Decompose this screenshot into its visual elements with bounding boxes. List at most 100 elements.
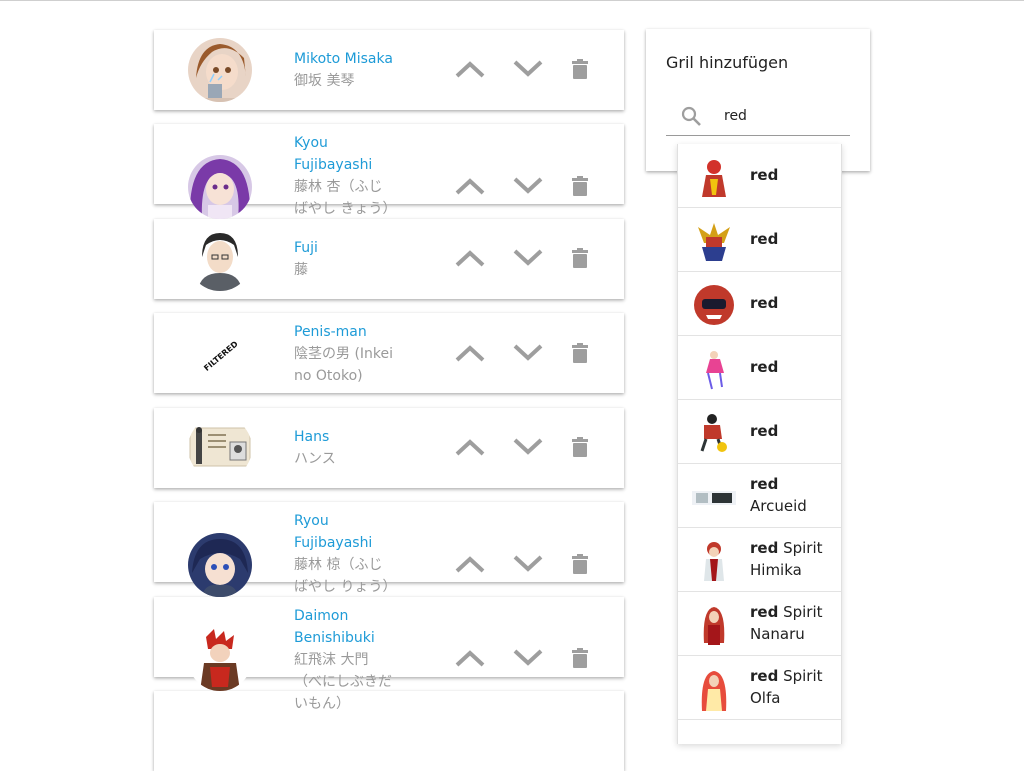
chevron-up-icon [455, 61, 485, 78]
character-name-link[interactable]: Hans [294, 426, 394, 448]
move-down-button[interactable] [510, 640, 546, 676]
character-native-name: 陰茎の男 (Inkei no Otoko) [294, 346, 394, 384]
suggestion-item[interactable]: red Arcueid [678, 464, 841, 528]
suggestion-thumbnail [702, 160, 726, 197]
move-up-button[interactable] [452, 51, 488, 87]
character-name-link[interactable]: Daimon Benishibuki [294, 605, 394, 649]
chevron-down-icon [513, 177, 543, 194]
character-native-name: ハンス [294, 451, 336, 467]
row-actions [452, 51, 592, 87]
delete-button[interactable] [568, 51, 592, 87]
character-name-link[interactable]: Penis-man [294, 321, 394, 343]
suggestion-thumbnail [692, 491, 736, 505]
chevron-up-icon [455, 250, 485, 267]
row-actions [452, 335, 592, 371]
trash-icon [572, 59, 588, 79]
character-names: Hans ハンス [294, 426, 394, 470]
delete-button[interactable] [568, 335, 592, 371]
suggestion-item[interactable]: red [678, 336, 841, 400]
suggestion-thumbnail [706, 351, 724, 390]
suggestion-dropdown: red red red red red red Arcueid red Spir… [677, 144, 842, 744]
trash-icon [572, 437, 588, 457]
chevron-up-icon [455, 178, 485, 195]
chevron-down-icon [513, 438, 543, 455]
suggestion-thumbnail [701, 671, 727, 711]
suggestion-thumbnail [700, 414, 727, 452]
delete-button[interactable] [568, 546, 592, 582]
search-input[interactable] [722, 103, 846, 129]
panel-title: Gril hinzufügen [666, 53, 789, 72]
chevron-down-icon [513, 344, 543, 361]
suggestion-item[interactable]: red [678, 208, 841, 272]
avatar-mikoto [188, 38, 252, 102]
suggestion-item[interactable]: red Spirit Himika [678, 528, 841, 592]
character-native-name: 紅飛沫 大門（べにしぶきだいもん） [294, 652, 392, 712]
chevron-down-icon [513, 649, 543, 666]
character-native-name: 藤 [294, 262, 308, 278]
trash-icon [572, 554, 588, 574]
move-down-button[interactable] [510, 168, 546, 204]
chevron-up-icon [455, 439, 485, 456]
move-up-button[interactable] [452, 429, 488, 465]
suggestion-match: red [750, 230, 779, 248]
move-up-button[interactable] [452, 168, 488, 204]
move-down-button[interactable] [510, 335, 546, 371]
row-actions [452, 546, 592, 582]
delete-button[interactable] [568, 168, 592, 204]
suggestion-item[interactable]: red [678, 400, 841, 464]
chevron-down-icon [513, 249, 543, 266]
character-names: Ryou Fujibayashi 藤林 椋（ふじばやし りょう） [294, 510, 397, 598]
character-list: Mikoto Misaka 御坂 美琴 Kyou Fujibayashi 藤林 … [0, 1, 640, 771]
trash-icon [572, 248, 588, 268]
suggestion-thumbnail [704, 542, 724, 581]
suggestion-match: red [750, 166, 779, 184]
delete-button[interactable] [568, 240, 592, 276]
suggestion-match: red [750, 294, 779, 312]
character-names: Kyou Fujibayashi 藤林 杏（ふじばやし きょう） [294, 132, 397, 220]
character-names: Fuji 藤 [294, 237, 394, 281]
search-icon [681, 106, 701, 126]
move-up-button[interactable] [452, 640, 488, 676]
move-up-button[interactable] [452, 335, 488, 371]
character-names: Mikoto Misaka 御坂 美琴 [294, 48, 394, 92]
avatar-fuji [188, 227, 252, 291]
character-name-link[interactable]: Fuji [294, 237, 394, 259]
chevron-up-icon [455, 556, 485, 573]
suggestion-rest: Arcueid [750, 497, 807, 515]
row-actions [452, 429, 592, 465]
row-actions [452, 640, 592, 676]
character-native-name: 藤林 杏（ふじばやし きょう） [294, 179, 397, 217]
avatar-hans [188, 416, 252, 480]
chevron-up-icon [455, 650, 485, 667]
character-native-name: 藤林 椋（ふじばやし りょう） [294, 557, 397, 595]
delete-button[interactable] [568, 429, 592, 465]
move-up-button[interactable] [452, 546, 488, 582]
character-name-link[interactable]: Kyou Fujibayashi [294, 132, 394, 176]
avatar-ryou [188, 533, 252, 597]
character-names: Daimon Benishibuki 紅飛沫 大門（べにしぶきだいもん） [294, 605, 394, 715]
trash-icon [572, 176, 588, 196]
suggestion-match: red [750, 422, 779, 440]
suggestion-match: red [750, 475, 779, 493]
avatar-filtered: FILTERED [188, 323, 252, 387]
suggestion-match: red [750, 539, 779, 557]
suggestion-item[interactable]: red [678, 272, 841, 336]
move-down-button[interactable] [510, 240, 546, 276]
row-actions [452, 240, 592, 276]
delete-button[interactable] [568, 640, 592, 676]
chevron-down-icon [513, 60, 543, 77]
avatar-daimon [188, 627, 252, 691]
move-down-button[interactable] [510, 51, 546, 87]
character-name-link[interactable]: Mikoto Misaka [294, 48, 394, 70]
move-down-button[interactable] [510, 546, 546, 582]
suggestion-thumbnail [703, 607, 725, 645]
chevron-down-icon [513, 555, 543, 572]
move-up-button[interactable] [452, 240, 488, 276]
suggestion-item[interactable]: red [678, 144, 841, 208]
suggestion-thumbnail [694, 285, 734, 325]
character-name-link[interactable]: Ryou Fujibayashi [294, 510, 394, 554]
suggestion-item[interactable]: red Spirit Nanaru [678, 592, 841, 656]
character-native-name: 御坂 美琴 [294, 73, 355, 89]
suggestion-item[interactable]: red Spirit Olfa [678, 656, 841, 720]
move-down-button[interactable] [510, 429, 546, 465]
